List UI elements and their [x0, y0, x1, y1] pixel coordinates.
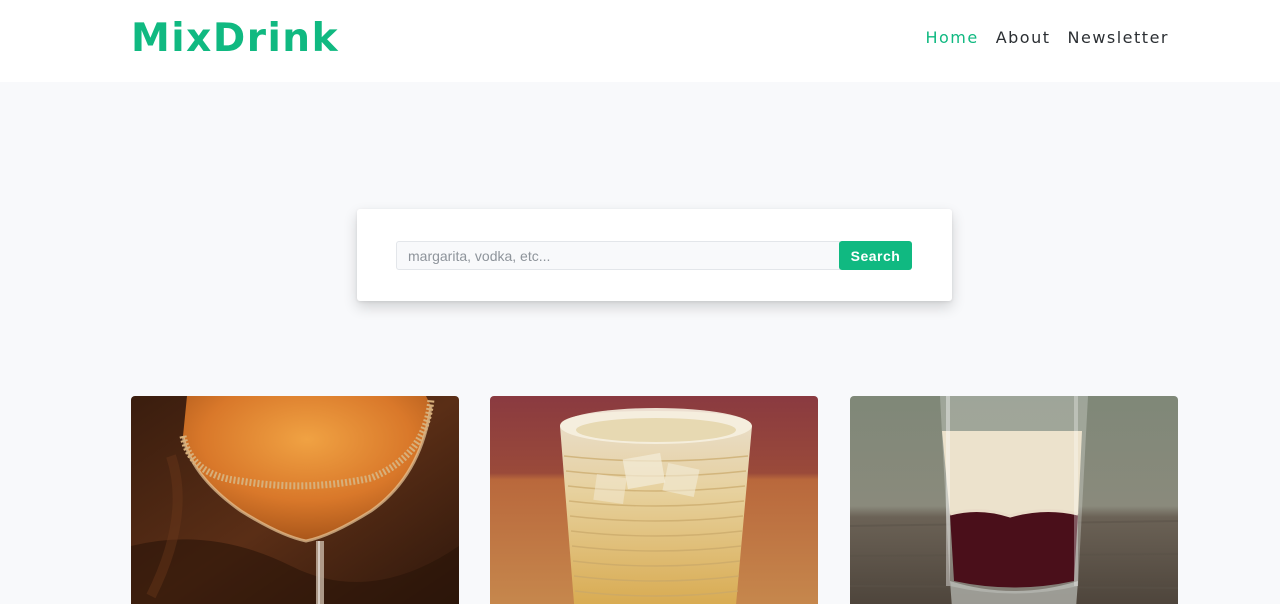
site-logo[interactable]: MixDrink	[131, 14, 339, 64]
main-nav: Home About Newsletter	[925, 28, 1169, 48]
site-header: MixDrink Home About Newsletter	[0, 0, 1280, 82]
search-card: Search	[357, 209, 952, 301]
drink-image-golden-drink	[490, 396, 818, 604]
drink-image-layered-shot	[850, 396, 1178, 604]
drink-card-2[interactable]	[490, 396, 818, 604]
nav-about-link[interactable]: About	[996, 28, 1051, 48]
nav-home-link[interactable]: Home	[925, 28, 978, 48]
search-input[interactable]	[396, 241, 840, 270]
drink-card-3[interactable]	[850, 396, 1178, 604]
drink-card-1[interactable]	[131, 396, 459, 604]
drink-image-orange-cocktail	[131, 396, 459, 604]
search-button[interactable]: Search	[839, 241, 912, 270]
nav-newsletter-link[interactable]: Newsletter	[1068, 28, 1170, 48]
